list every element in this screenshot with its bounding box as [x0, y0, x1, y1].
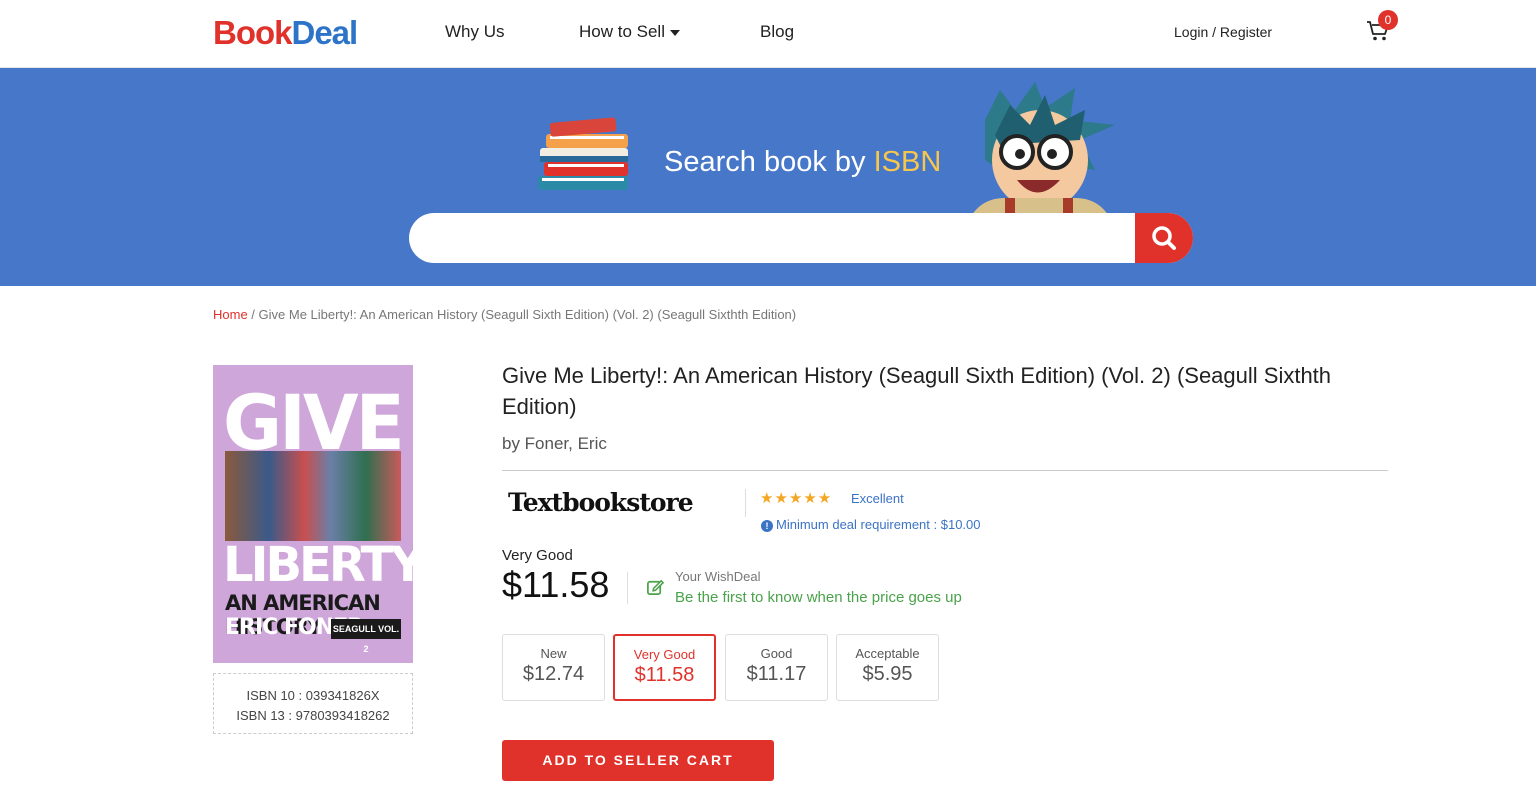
isbn-10: ISBN 10 : 039341826X	[246, 688, 380, 703]
divider	[627, 572, 628, 604]
wishdeal-link[interactable]: Be the first to know when the price goes…	[675, 589, 962, 606]
min-deal-text: Minimum deal requirement : $10.00	[776, 517, 981, 532]
condition-option-name: New	[540, 646, 567, 661]
selected-condition: Very Good	[502, 547, 573, 564]
nav-how-to-sell[interactable]: How to Sell	[579, 22, 680, 42]
divider	[745, 489, 746, 517]
logo-text-deal: Deal	[291, 14, 359, 51]
isbn-search-input[interactable]	[429, 213, 1129, 263]
cover-title-liberty: LIBERTY!	[223, 537, 413, 593]
book-cover-image: GIVE LIBERTY! AN AMERICAN HISTORY ERIC F…	[213, 365, 413, 663]
breadcrumb-home[interactable]: Home	[213, 307, 248, 322]
search-hero: Search book by ISBN	[0, 68, 1536, 286]
breadcrumb-separator: /	[247, 307, 259, 322]
info-icon: !	[761, 519, 773, 532]
condition-option-new[interactable]: New $12.74	[502, 634, 605, 701]
star-icon: ★★★★★	[760, 490, 833, 507]
breadcrumb: Home / Give Me Liberty!: An American His…	[213, 307, 796, 322]
cart-count-badge: 0	[1378, 10, 1398, 30]
isbn-info-box: ISBN 10 : 039341826X ISBN 13 : 978039341…	[213, 673, 413, 734]
book-author: by Foner, Eric	[502, 434, 607, 453]
condition-option-price: $12.74	[522, 663, 585, 685]
login-register-link[interactable]: Login / Register	[1174, 24, 1272, 40]
wishdeal-label: Your WishDeal	[675, 569, 761, 584]
condition-option-name: Very Good	[633, 647, 696, 662]
add-to-seller-cart-button[interactable]: ADD TO SELLER CART	[502, 740, 774, 781]
edit-icon[interactable]	[646, 577, 665, 596]
condition-option-price: $11.17	[746, 663, 807, 685]
logo-text-book: Book	[213, 14, 292, 51]
bookdeal-logo[interactable]: BookDeal	[213, 14, 359, 52]
condition-option-good[interactable]: Good $11.17	[725, 634, 828, 701]
hero-title-isbn: ISBN	[873, 146, 942, 178]
seller-name[interactable]: Textbookstore	[508, 488, 694, 517]
condition-option-acceptable[interactable]: Acceptable $5.95	[836, 634, 939, 701]
nav-how-to-sell-label: How to Sell	[579, 22, 665, 41]
hero-title: Search book by ISBN	[664, 146, 941, 179]
condition-option-name: Good	[760, 646, 793, 661]
chevron-down-icon	[669, 29, 680, 36]
hero-title-text: Search book by	[664, 146, 874, 178]
condition-option-very-good[interactable]: Very Good $11.58	[613, 634, 716, 701]
minimum-deal-requirement: ! Minimum deal requirement : $10.00	[761, 517, 981, 532]
condition-option-price: $5.95	[862, 663, 913, 685]
cover-photo-collage	[225, 451, 401, 541]
isbn-13: ISBN 13 : 9780393418262	[236, 708, 390, 723]
breadcrumb-current: Give Me Liberty!: An American History (S…	[258, 307, 797, 322]
divider	[502, 470, 1388, 471]
nav-blog[interactable]: Blog	[760, 22, 794, 42]
seller-rating-label: Excellent	[851, 491, 904, 506]
search-button[interactable]	[1135, 213, 1193, 263]
site-header: BookDeal Why Us How to Sell Blog Login /…	[0, 0, 1536, 68]
book-title: Give Me Liberty!: An American History (S…	[502, 363, 1332, 419]
selected-price: $11.58	[502, 564, 610, 605]
search-icon	[1152, 226, 1176, 250]
cover-edition-badge: SEAGULL VOL. 2	[331, 619, 401, 654]
nav-why-us[interactable]: Why Us	[445, 22, 505, 42]
condition-option-price: $11.58	[634, 664, 695, 686]
books-stack-illustration	[538, 117, 628, 190]
condition-option-name: Acceptable	[855, 646, 920, 661]
isbn-search-bar	[409, 213, 1193, 263]
